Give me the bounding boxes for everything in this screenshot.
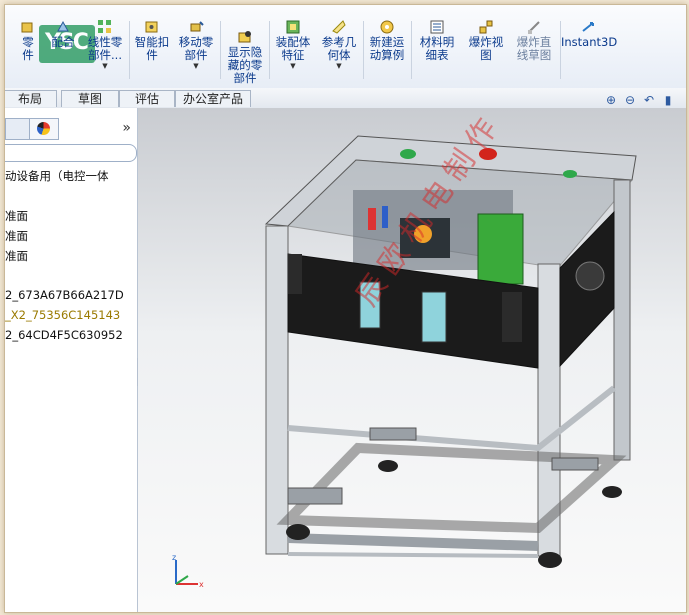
exploded-view-icon — [479, 20, 493, 34]
show-hidden-icon — [238, 31, 251, 43]
chevron-down-icon[interactable]: ▼ — [173, 62, 219, 70]
tree-item-component[interactable]: 2_64CD4F5C630952 — [5, 328, 123, 342]
ribbon-separator — [220, 21, 221, 79]
feature-tree-tab[interactable] — [5, 118, 31, 140]
graphics-viewport[interactable]: 辰欧机电制作 z x — [138, 106, 686, 612]
ribbon-move-component[interactable]: 移动零 部件 ▼ — [173, 19, 219, 83]
chevron-down-icon[interactable]: ▼ — [271, 62, 315, 70]
tree-item-component[interactable]: 2_673A67B66A217D — [5, 288, 124, 302]
instant3d-icon — [582, 22, 594, 32]
tab-sketch[interactable]: 草图 — [61, 90, 119, 107]
ribbon-instant3d[interactable]: Instant3D — [561, 19, 617, 83]
appearance-icon — [37, 122, 50, 135]
assembly-features-icon — [286, 20, 300, 34]
command-tabs: 布局 草图 评估 办公室产品 ⊕ ⊖ ↶ ▮ — [5, 88, 686, 109]
ribbon-new-motion-study[interactable]: 新建运 动算例 — [365, 19, 409, 83]
ribbon-exploded-view[interactable]: 爆炸视 图 — [463, 19, 509, 83]
smart-fasteners-icon — [145, 21, 158, 33]
move-component-icon — [190, 21, 204, 32]
assembly-model — [264, 135, 637, 568]
ribbon-smart-fasteners[interactable]: 智能扣 件 — [132, 19, 172, 83]
tree-item-plane[interactable]: 准面 — [5, 248, 28, 264]
panel-more-button[interactable]: » — [122, 120, 131, 136]
tab-layout[interactable]: 布局 — [5, 90, 57, 107]
svg-text:x: x — [199, 580, 204, 589]
panel-tabs: » — [5, 116, 137, 140]
chevron-down-icon[interactable]: ▼ — [317, 62, 361, 70]
ribbon-separator — [411, 21, 412, 79]
ribbon-linear-pattern[interactable]: 线性零 部件... ▼ — [83, 19, 127, 83]
zoom-to-fit-icon[interactable]: ⊕ — [603, 92, 619, 108]
ribbon-reference-geometry[interactable]: 参考几 何体 ▼ — [317, 19, 361, 83]
ribbon-explode-line-sketch[interactable]: 爆炸直 线草图 — [510, 19, 558, 83]
ribbon-insert-component[interactable]: 零 件 — [13, 19, 43, 83]
ribbon-bill-of-materials[interactable]: 材料明 细表 — [413, 19, 461, 83]
ribbon-show-hidden[interactable]: 显示隐 藏的零 部件 — [223, 29, 267, 93]
ribbon-separator — [269, 21, 270, 79]
command-ribbon: YSC 零 件 配合 线性零 部件... ▼ 智能扣 件 移动零 部件 ▼ 显示… — [5, 5, 686, 89]
linear-pattern-icon — [98, 20, 111, 33]
reference-geometry-icon — [332, 20, 346, 34]
ribbon-mate[interactable]: 配合 — [45, 19, 81, 83]
bill-of-materials-icon — [430, 20, 444, 34]
chevron-down-icon[interactable]: ▼ — [83, 62, 127, 70]
previous-view-icon[interactable]: ↶ — [641, 92, 657, 108]
section-view-icon[interactable]: ▮ — [660, 92, 676, 108]
zoom-area-icon[interactable]: ⊖ — [622, 92, 638, 108]
component-icon — [21, 22, 33, 33]
explode-line-sketch-icon — [528, 21, 540, 34]
ribbon-assembly-features[interactable]: 装配体 特征 ▼ — [271, 19, 315, 83]
tree-item-plane[interactable]: 准面 — [5, 228, 28, 244]
ribbon-separator — [129, 21, 130, 79]
feature-manager-panel: » 动设备用（电控一体 准面 准面 准面 2_673A67B66A217D _X… — [5, 108, 138, 612]
tree-item-plane[interactable]: 准面 — [5, 208, 28, 224]
tree-filter-input[interactable] — [5, 144, 137, 162]
ribbon-separator — [363, 21, 364, 79]
axis-triad-icon: z x — [172, 553, 204, 589]
tab-evaluate[interactable]: 评估 — [119, 90, 175, 107]
svg-text:z: z — [172, 553, 176, 562]
mate-icon — [57, 20, 69, 32]
app-window: YSC 零 件 配合 线性零 部件... ▼ 智能扣 件 移动零 部件 ▼ 显示… — [4, 4, 687, 613]
tree-item-component[interactable]: _X2_75356C145143 — [5, 308, 120, 322]
motion-study-icon — [380, 20, 394, 34]
appearance-tab[interactable] — [29, 118, 59, 140]
view-toolbar: ⊕ ⊖ ↶ ▮ — [600, 89, 676, 108]
tab-office-products[interactable]: 办公室产品 — [175, 90, 251, 107]
tree-item-assembly[interactable]: 动设备用（电控一体 — [5, 168, 109, 184]
